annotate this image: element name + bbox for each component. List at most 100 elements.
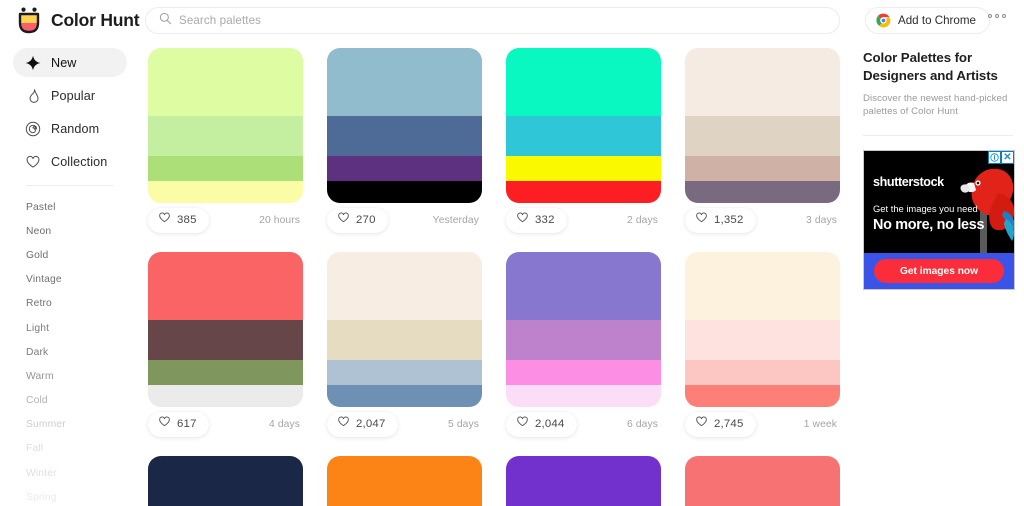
palette-color-1[interactable] [148,252,303,321]
palette-color-2[interactable] [327,116,482,157]
palette-swatches[interactable] [327,48,482,203]
tag-list: Pastel Neon Gold Vintage Retro Light Dar… [0,186,140,506]
palette-color-3[interactable] [685,360,840,385]
palette-swatches[interactable] [148,252,303,407]
like-button[interactable]: 332 [506,207,567,233]
sidebar: New Popular Random Collection Pastel Neo… [0,41,140,506]
palette-color-1[interactable] [685,252,840,321]
advertisement[interactable]: ✕ shutterstock Get the images you need N… [863,150,1015,290]
sidebar-item-new[interactable]: New [13,48,127,77]
search-input[interactable]: Search palettes [145,7,840,34]
palette-color-1[interactable] [327,456,482,506]
like-button[interactable]: 2,044 [506,411,577,437]
palette-swatches[interactable] [685,252,840,407]
sidebar-item-collection-label: Collection [51,154,108,169]
palette-swatches[interactable] [327,456,482,506]
palette-color-3[interactable] [148,360,303,385]
palette-color-4[interactable] [506,180,661,203]
palette-card: 2,044 6 days [506,252,661,441]
ad-close-icon[interactable]: ✕ [1001,151,1014,164]
palette-color-2[interactable] [148,320,303,361]
palette-color-2[interactable] [506,320,661,361]
tag-retro[interactable]: Retro [0,292,140,316]
palette-color-1[interactable] [327,252,482,321]
palette-color-1[interactable] [506,48,661,117]
tag-fall[interactable]: Fall [0,437,140,461]
tag-dark[interactable]: Dark [0,340,140,364]
palette-grid: 385 20 hours 270 Yesterday 332 2 days 1,352 3 d… [140,41,853,506]
tag-spring[interactable]: Spring [0,485,140,506]
palette-color-4[interactable] [148,180,303,203]
palette-color-2[interactable] [327,320,482,361]
ad-headline-1: Get the images you need [873,203,978,214]
palette-color-1[interactable] [148,456,303,506]
tag-light[interactable]: Light [0,316,140,340]
palette-color-4[interactable] [506,384,661,407]
palette-color-3[interactable] [327,360,482,385]
palette-swatches[interactable] [685,48,840,203]
brand-logo[interactable]: Color Hunt [0,7,140,34]
palette-color-4[interactable] [685,384,840,407]
palette-color-2[interactable] [685,320,840,361]
like-count: 270 [356,214,376,226]
palette-color-4[interactable] [327,384,482,407]
ad-headline-2: No more, no less [873,217,985,233]
like-button[interactable]: 2,047 [327,411,398,437]
palette-color-4[interactable] [685,180,840,203]
ad-brand: shutterstock [873,175,944,189]
sidebar-item-random-label: Random [51,121,100,136]
sidebar-item-popular[interactable]: Popular [13,81,127,110]
heart-outline-icon [337,211,350,229]
palette-color-2[interactable] [506,116,661,157]
palette-color-1[interactable] [148,48,303,117]
adchoices-icon[interactable] [988,151,1001,164]
palette-swatches[interactable] [327,252,482,407]
ad-cta-button[interactable]: Get images now [874,259,1004,283]
like-button[interactable]: 617 [148,411,209,437]
palette-color-1[interactable] [685,456,840,506]
sidebar-item-random[interactable]: Random [13,114,127,143]
palette-swatches[interactable] [148,456,303,506]
palette-color-3[interactable] [148,156,303,181]
tag-warm[interactable]: Warm [0,364,140,388]
like-button[interactable]: 2,745 [685,411,756,437]
palette-color-2[interactable] [148,116,303,157]
like-count: 1,352 [714,214,744,226]
palette-swatches[interactable] [506,252,661,407]
heart-icon [25,154,41,170]
tag-summer[interactable]: Summer [0,413,140,437]
like-button[interactable]: 385 [148,207,209,233]
palette-timestamp: 6 days [627,418,658,430]
palette-color-3[interactable] [506,156,661,181]
palette-color-1[interactable] [327,48,482,117]
palette-color-1[interactable] [506,252,661,321]
sidebar-item-collection[interactable]: Collection [13,147,127,176]
tag-pastel[interactable]: Pastel [0,195,140,219]
palette-swatches[interactable] [506,456,661,506]
like-button[interactable]: 270 [327,207,388,233]
palette-color-1[interactable] [685,48,840,117]
palette-color-4[interactable] [327,180,482,203]
like-button[interactable]: 1,352 [685,207,756,233]
tag-neon[interactable]: Neon [0,219,140,243]
palette-color-3[interactable] [506,360,661,385]
palette-timestamp: 20 hours [259,214,300,226]
like-count: 2,044 [535,418,565,430]
tag-cold[interactable]: Cold [0,389,140,413]
tag-gold[interactable]: Gold [0,243,140,267]
palette-swatches[interactable] [148,48,303,203]
three-dots-icon[interactable] [988,14,1007,19]
palette-color-3[interactable] [327,156,482,181]
tag-winter[interactable]: Winter [0,461,140,485]
palette-swatches[interactable] [685,456,840,506]
palette-timestamp: 5 days [448,418,479,430]
palette-color-1[interactable] [506,456,661,506]
palette-color-3[interactable] [685,156,840,181]
add-to-chrome-label: Add to Chrome [898,14,976,27]
tag-vintage[interactable]: Vintage [0,268,140,292]
add-to-chrome-button[interactable]: Add to Chrome [865,7,990,34]
palette-swatches[interactable] [506,48,661,203]
palette-meta: 385 20 hours [148,203,303,237]
palette-color-4[interactable] [148,384,303,407]
palette-color-2[interactable] [685,116,840,157]
